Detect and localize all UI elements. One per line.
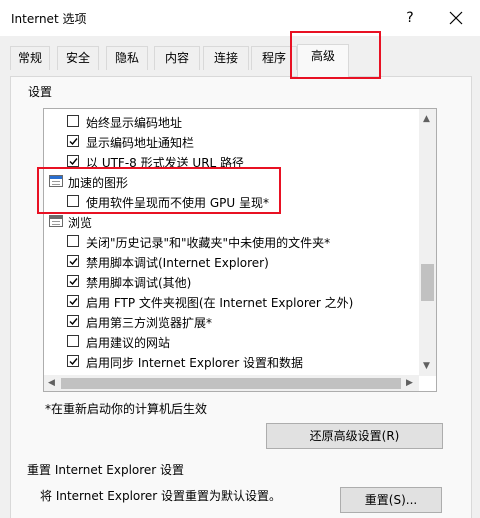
reset-button[interactable]: 重置(S)... xyxy=(340,487,442,513)
tab-general[interactable]: 常规 xyxy=(10,46,50,70)
restart-note: *在重新启动你的计算机后生效 xyxy=(45,402,208,416)
vertical-scroll-thumb[interactable] xyxy=(421,264,434,301)
tab-security[interactable]: 安全 xyxy=(57,46,99,70)
setting-label: 使用软件呈现而不使用 GPU 呈现* xyxy=(86,196,269,210)
setting-always-show-encoded-address[interactable]: 始终显示编码地址 xyxy=(44,111,420,131)
help-button[interactable]: ? xyxy=(396,4,424,32)
restore-advanced-settings-button[interactable]: 还原高级设置(R) xyxy=(266,423,443,449)
reset-section-title: 重置 Internet Explorer 设置 xyxy=(27,463,185,477)
checkbox-checked[interactable] xyxy=(67,275,79,287)
scroll-right-icon[interactable]: ▶ xyxy=(406,378,413,388)
horizontal-scrollbar[interactable]: ◀ ▶ xyxy=(44,375,419,391)
category-accelerated-graphics: 加速的图形 xyxy=(44,171,420,191)
checkmark-icon xyxy=(69,158,78,166)
setting-software-rendering[interactable]: 使用软件呈现而不使用 GPU 呈现* xyxy=(44,191,420,211)
settings-list[interactable]: 始终显示编码地址 显示编码地址通知栏 以 UTF-8 形式发送 URL 路径 加… xyxy=(43,108,437,392)
setting-show-encoded-address-bar[interactable]: 显示编码地址通知栏 xyxy=(44,131,420,151)
checkmark-icon xyxy=(69,258,78,266)
setting-enable-sync[interactable]: 启用同步 Internet Explorer 设置和数据 xyxy=(44,351,420,371)
tab-connections[interactable]: 连接 xyxy=(203,46,249,70)
setting-enable-ftp-folder-view[interactable]: 启用 FTP 文件夹视图(在 Internet Explorer 之外) xyxy=(44,291,420,311)
setting-close-unused-folders[interactable]: 关闭"历史记录"和"收藏夹"中未使用的文件夹* xyxy=(44,231,420,251)
setting-label: 关闭"历史记录"和"收藏夹"中未使用的文件夹* xyxy=(86,236,331,250)
checkbox-checked[interactable] xyxy=(67,355,79,367)
setting-label: 启用建议的网站 xyxy=(86,336,171,350)
window-title: Internet 选项 xyxy=(11,12,87,26)
setting-label: 显示编码地址通知栏 xyxy=(86,136,195,150)
close-icon xyxy=(449,11,463,25)
category-label: 浏览 xyxy=(68,216,93,230)
setting-label: 禁用脚本调试(Internet Explorer) xyxy=(86,256,269,270)
setting-label: 启用 FTP 文件夹视图(在 Internet Explorer 之外) xyxy=(86,296,354,310)
tab-programs[interactable]: 程序 xyxy=(251,46,297,70)
title-bar: Internet 选项 ? xyxy=(0,0,480,36)
category-label: 加速的图形 xyxy=(68,176,129,190)
tab-strip: 常规 安全 隐私 内容 连接 程序 高级 xyxy=(10,44,472,77)
tab-privacy[interactable]: 隐私 xyxy=(106,46,148,70)
category-browsing: 浏览 xyxy=(44,211,420,231)
setting-label: 以 UTF-8 形式发送 URL 路径 xyxy=(86,156,245,170)
checkmark-icon xyxy=(69,138,78,146)
close-button[interactable] xyxy=(440,4,472,32)
setting-label: 始终显示编码地址 xyxy=(86,116,183,130)
setting-disable-script-debug-ie[interactable]: 禁用脚本调试(Internet Explorer) xyxy=(44,251,420,271)
scroll-up-icon[interactable]: ▲ xyxy=(423,114,430,124)
setting-enable-suggested-sites[interactable]: 启用建议的网站 xyxy=(44,331,420,351)
checkbox-checked[interactable] xyxy=(67,295,79,307)
tab-content[interactable]: 内容 xyxy=(154,46,200,70)
checkbox[interactable] xyxy=(67,195,79,207)
scroll-left-icon[interactable]: ◀ xyxy=(48,378,55,388)
checkbox-checked[interactable] xyxy=(67,135,79,147)
checkmark-icon xyxy=(69,318,78,326)
checkbox-checked[interactable] xyxy=(67,155,79,167)
setting-label: 禁用脚本调试(其他) xyxy=(86,276,192,290)
setting-send-utf8-url[interactable]: 以 UTF-8 形式发送 URL 路径 xyxy=(44,151,420,171)
checkbox-checked[interactable] xyxy=(67,255,79,267)
horizontal-scroll-thumb[interactable] xyxy=(61,378,401,389)
checkmark-icon xyxy=(69,298,78,306)
checkbox[interactable] xyxy=(67,335,79,347)
scroll-down-icon[interactable]: ▼ xyxy=(423,361,430,371)
browsing-icon xyxy=(49,215,63,227)
setting-label: 启用同步 Internet Explorer 设置和数据 xyxy=(86,356,304,370)
setting-enable-third-party-extensions[interactable]: 启用第三方浏览器扩展* xyxy=(44,311,420,331)
checkmark-icon xyxy=(69,278,78,286)
setting-label: 启用第三方浏览器扩展* xyxy=(86,316,213,330)
reset-description: 将 Internet Explorer 设置重置为默认设置。 xyxy=(40,489,282,503)
vertical-scrollbar[interactable]: ▲ ▼ xyxy=(419,109,436,376)
settings-group-label: 设置 xyxy=(28,85,53,99)
setting-disable-script-debug-other[interactable]: 禁用脚本调试(其他) xyxy=(44,271,420,291)
tab-advanced[interactable]: 高级 xyxy=(297,44,349,77)
accelerated-graphics-icon xyxy=(49,175,63,187)
checkmark-icon xyxy=(69,358,78,366)
checkbox-checked[interactable] xyxy=(67,315,79,327)
checkbox[interactable] xyxy=(67,235,79,247)
checkbox[interactable] xyxy=(67,115,79,127)
